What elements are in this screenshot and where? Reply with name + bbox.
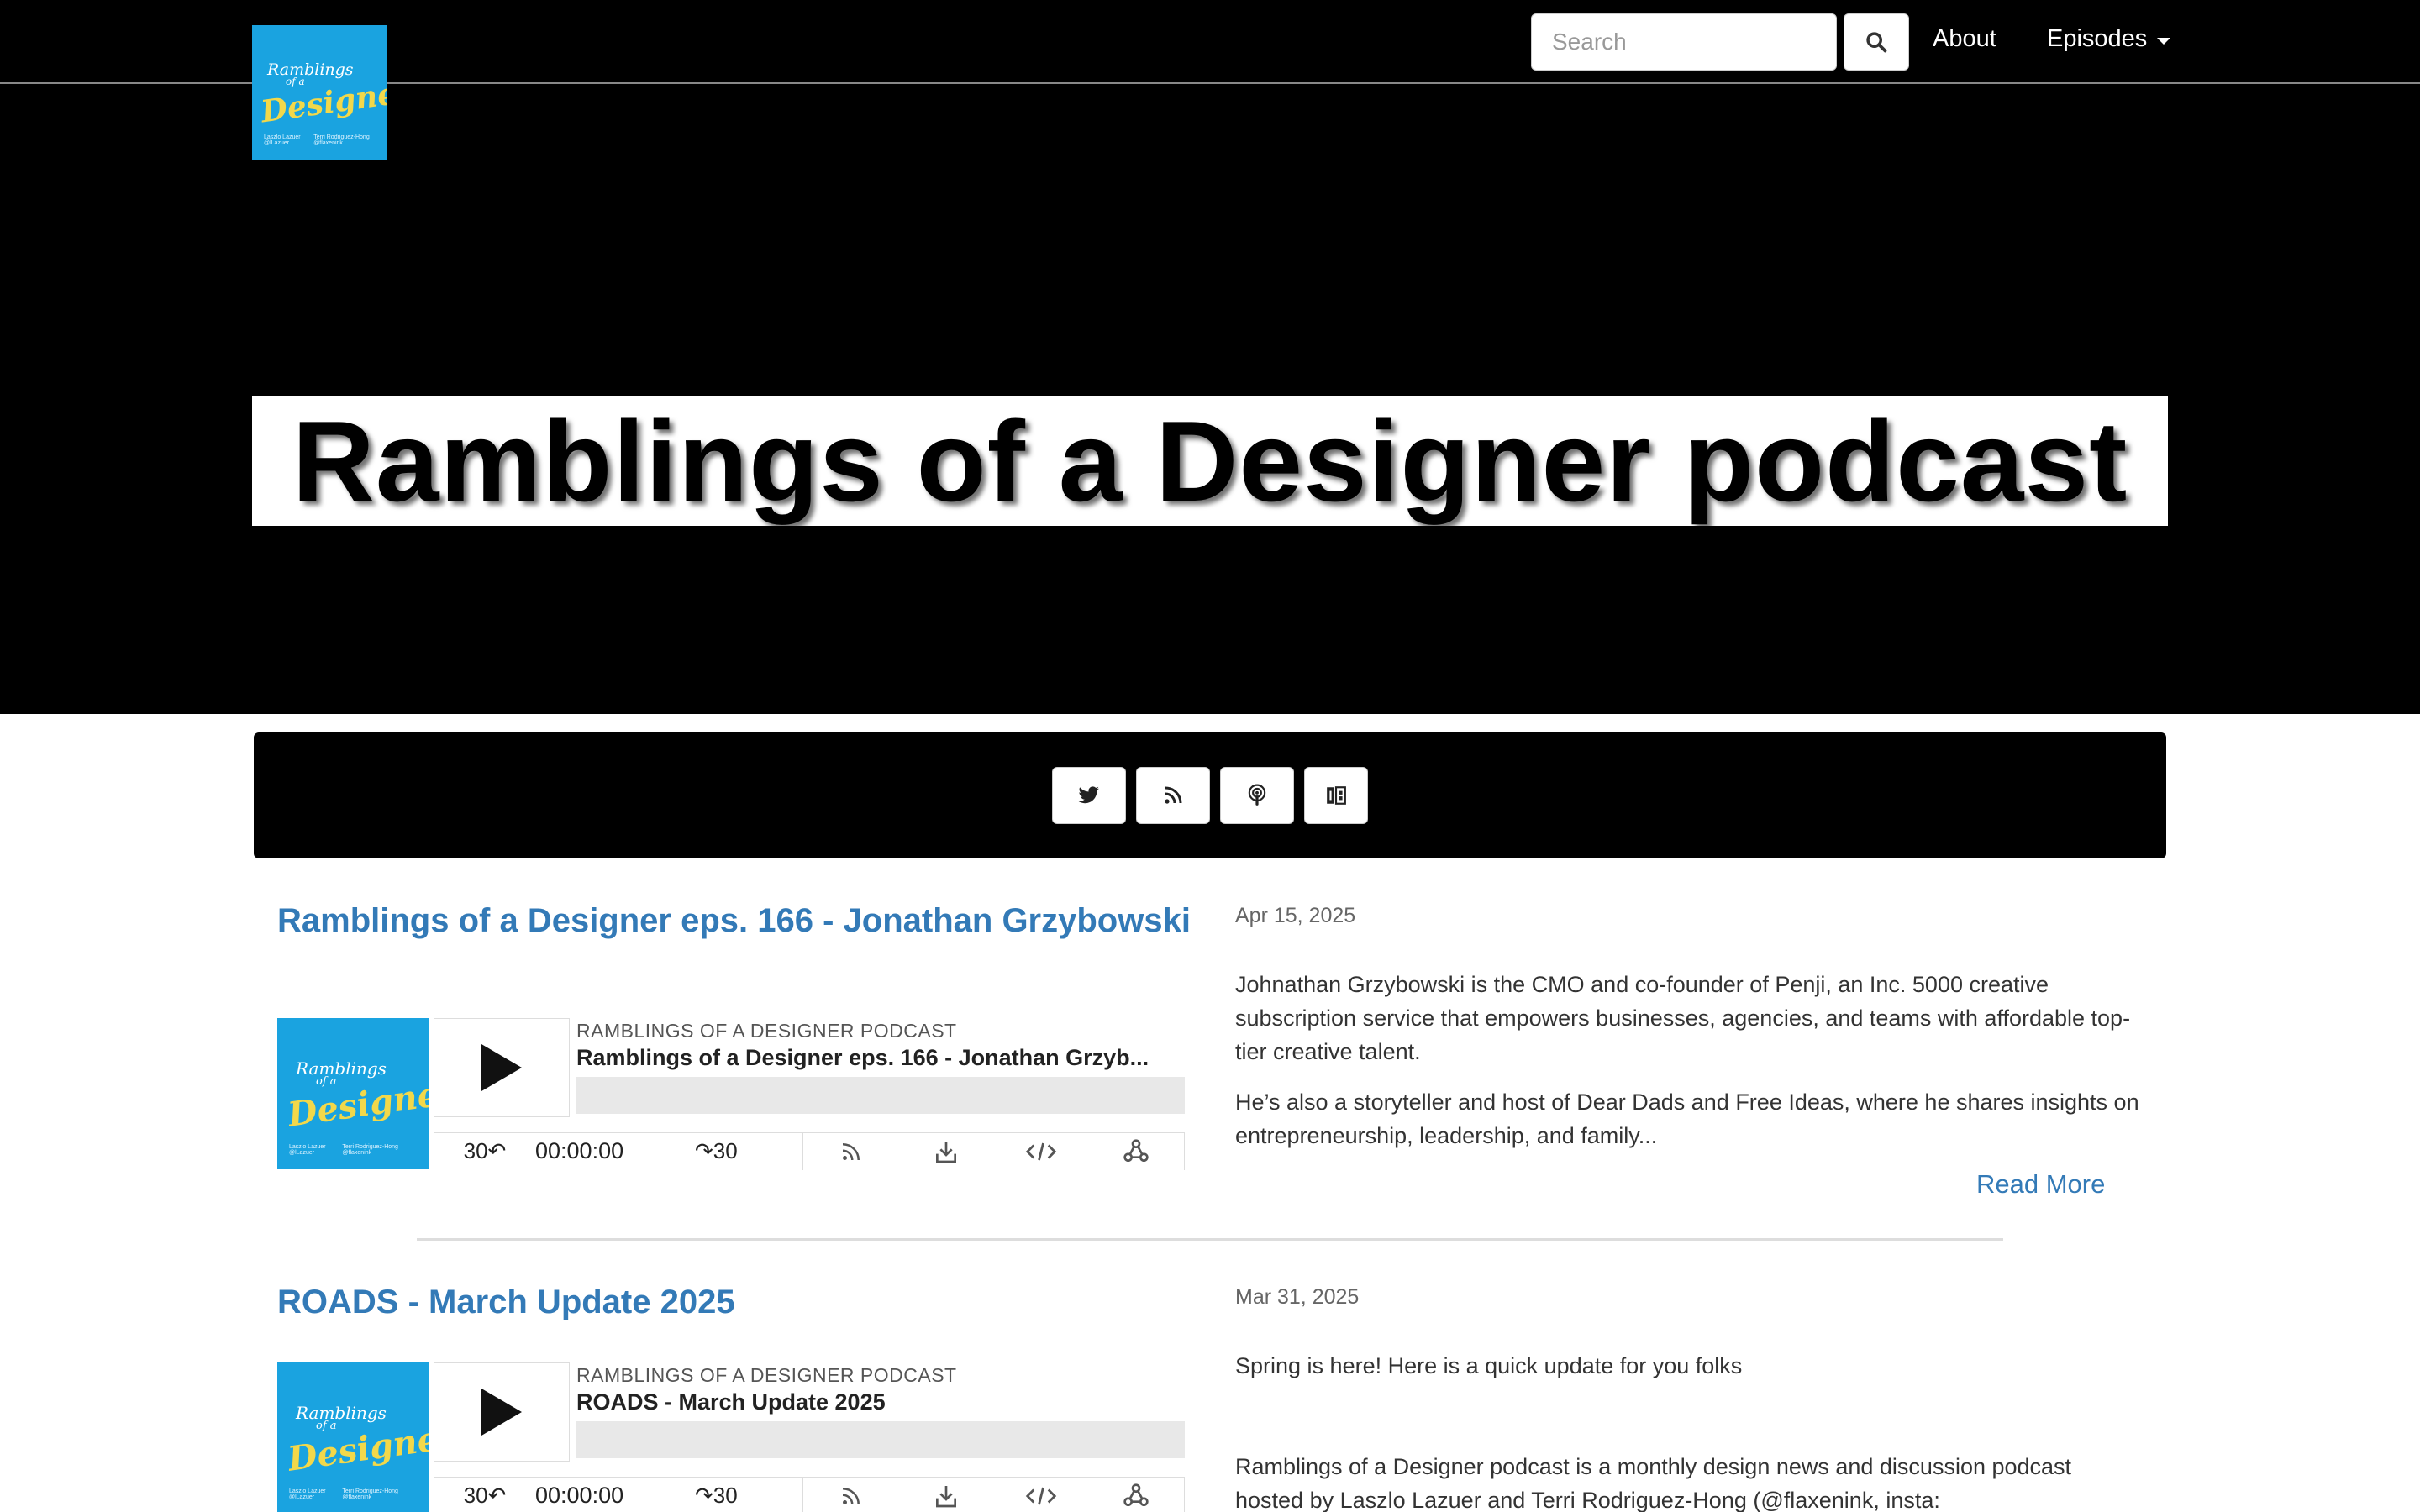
episode-description: Spring is here! Here is a quick update f… — [1235, 1349, 2143, 1512]
player-art-line3: Designer — [285, 1416, 429, 1479]
player-actions — [803, 1132, 1185, 1170]
subscribe-rss-icon — [842, 1487, 860, 1504]
rss-button[interactable] — [1136, 767, 1210, 824]
episode-title-link[interactable]: ROADS - March Update 2025 — [277, 1284, 1202, 1320]
search-icon — [1866, 32, 1887, 53]
twitter-icon — [1078, 786, 1099, 804]
podcast-logo[interactable]: Ramblings of a Designer Laszlo Lazuer @l… — [252, 25, 387, 160]
player-art-host-b: Terri Rodriguez-Hong @flaxenink — [342, 1144, 398, 1156]
player-controls: 30↶ 00:00:00 ↷30 — [434, 1477, 1185, 1512]
twitter-button[interactable] — [1052, 767, 1126, 824]
player-actions — [803, 1477, 1185, 1512]
forward-30-button[interactable]: ↷30 — [695, 1138, 787, 1164]
download-icon — [935, 1141, 956, 1163]
episode-player: Ramblings of a Designer Laszlo Lazuer @l… — [277, 1018, 1185, 1170]
logo-host-a: Laszlo Lazuer @lLazuer — [264, 134, 301, 146]
embed-code-icon — [1025, 1142, 1057, 1160]
share-icon — [1123, 1138, 1150, 1162]
logo-text-line3: Designer — [258, 73, 387, 130]
episode-date: Mar 31, 2025 — [1235, 1285, 1360, 1309]
episode-divider — [417, 1238, 2003, 1241]
rewind-30-button[interactable]: 30↶ — [434, 1138, 535, 1164]
search-form — [1531, 13, 1909, 71]
download-button[interactable] — [929, 1135, 963, 1168]
download-icon — [935, 1485, 956, 1507]
logo-artwork: Ramblings of a Designer Laszlo Lazuer @l… — [252, 25, 387, 160]
subscribe-button[interactable] — [834, 1479, 868, 1512]
player-progress-bar[interactable] — [576, 1077, 1185, 1114]
social-links-bar — [254, 732, 2166, 858]
player-time: 00:00:00 — [535, 1138, 624, 1163]
hero-title-box: Ramblings of a Designer podcast — [252, 396, 2168, 526]
share-icon — [1123, 1483, 1150, 1506]
episode-card: Ramblings of a Designer eps. 166 - Jonat… — [277, 902, 2143, 1221]
player-art-line3: Designer — [285, 1072, 429, 1135]
player-controls: 30↶ 00:00:00 ↷30 — [434, 1132, 1185, 1170]
nav-episodes-dropdown[interactable]: Episodes — [2047, 25, 2171, 53]
share-button[interactable] — [1119, 1479, 1153, 1512]
search-input[interactable] — [1531, 13, 1837, 71]
podcast-app-button[interactable] — [1304, 767, 1368, 824]
embed-button[interactable] — [1024, 1135, 1058, 1168]
podcast-app-icon — [1327, 786, 1346, 805]
player-art-line1: Ramblings — [296, 1058, 387, 1079]
apple-podcasts-button[interactable] — [1220, 767, 1294, 824]
player-time: 00:00:00 — [535, 1483, 624, 1508]
player-show-name: RAMBLINGS OF A DESIGNER PODCAST — [576, 1364, 957, 1386]
episode-paragraph: He’s also a storyteller and host of Dear… — [1235, 1089, 2139, 1148]
download-button[interactable] — [929, 1479, 963, 1512]
player-transport: 30↶ 00:00:00 ↷30 — [434, 1477, 803, 1512]
episode-date: Apr 15, 2025 — [1235, 904, 1356, 927]
play-button[interactable] — [434, 1362, 570, 1462]
player-art-line1: Ramblings — [296, 1403, 387, 1423]
logo-text-line1: Ramblings — [267, 60, 354, 79]
search-button[interactable] — [1844, 13, 1909, 71]
episode-title-link[interactable]: Ramblings of a Designer eps. 166 - Jonat… — [277, 902, 1202, 939]
player-art-hosts: Laszlo Lazuer @lLazuer Terri Rodriguez-H… — [289, 1144, 415, 1156]
share-button[interactable] — [1119, 1135, 1153, 1168]
subscribe-rss-icon — [842, 1142, 860, 1160]
player-art-hosts: Laszlo Lazuer @lLazuer Terri Rodriguez-H… — [289, 1488, 415, 1500]
player-artwork: Ramblings of a Designer Laszlo Lazuer @l… — [277, 1018, 429, 1169]
player-art-host-b: Terri Rodriguez-Hong @flaxenink — [342, 1488, 398, 1500]
logo-text-line2: of a — [286, 76, 305, 87]
episode-player: Ramblings of a Designer Laszlo Lazuer @l… — [277, 1362, 1185, 1512]
player-show-name: RAMBLINGS OF A DESIGNER PODCAST — [576, 1020, 957, 1042]
subscribe-button[interactable] — [834, 1135, 868, 1168]
hero-title: Ramblings of a Designer podcast — [292, 397, 2128, 525]
play-icon — [481, 1044, 522, 1091]
podcast-icon — [1248, 784, 1266, 806]
player-art-line2: of a — [316, 1420, 337, 1432]
player-artwork: Ramblings of a Designer Laszlo Lazuer @l… — [277, 1362, 429, 1512]
nav-episodes-label: Episodes — [2047, 25, 2148, 52]
play-button[interactable] — [434, 1018, 570, 1117]
logo-hosts: Laszlo Lazuer @lLazuer Terri Rodriguez-H… — [264, 134, 381, 146]
embed-code-icon — [1025, 1487, 1057, 1504]
read-more-link[interactable]: Read More — [1976, 1169, 2105, 1200]
episode-description: Johnathan Grzybowski is the CMO and co-f… — [1235, 968, 2143, 1169]
nav-about-link[interactable]: About — [1933, 25, 1996, 53]
player-art-host-a: Laszlo Lazuer @lLazuer — [289, 1144, 326, 1156]
player-art-line2: of a — [316, 1075, 337, 1088]
episode-card: ROADS - March Update 2025 Ramblings of a… — [277, 1284, 2143, 1512]
player-progress-bar[interactable] — [576, 1421, 1185, 1458]
player-episode-name: ROADS - March Update 2025 — [576, 1389, 886, 1415]
play-icon — [481, 1389, 522, 1436]
caret-down-icon — [2157, 37, 2171, 45]
embed-button[interactable] — [1024, 1479, 1058, 1512]
player-episode-name: Ramblings of a Designer eps. 166 - Jonat… — [576, 1045, 1150, 1070]
logo-host-b: Terri Rodriguez-Hong @flaxenink — [313, 134, 370, 146]
episode-paragraph: Ramblings of a Designer podcast is a mon… — [1235, 1454, 2072, 1512]
episode-paragraph: Johnathan Grzybowski is the CMO and co-f… — [1235, 972, 2131, 1064]
forward-30-button[interactable]: ↷30 — [695, 1483, 787, 1509]
episode-paragraph: Spring is here! Here is a quick update f… — [1235, 1353, 1743, 1378]
rss-icon — [1165, 786, 1182, 804]
rewind-30-button[interactable]: 30↶ — [434, 1483, 535, 1509]
player-transport: 30↶ 00:00:00 ↷30 — [434, 1132, 803, 1170]
player-art-host-a: Laszlo Lazuer @lLazuer — [289, 1488, 326, 1500]
